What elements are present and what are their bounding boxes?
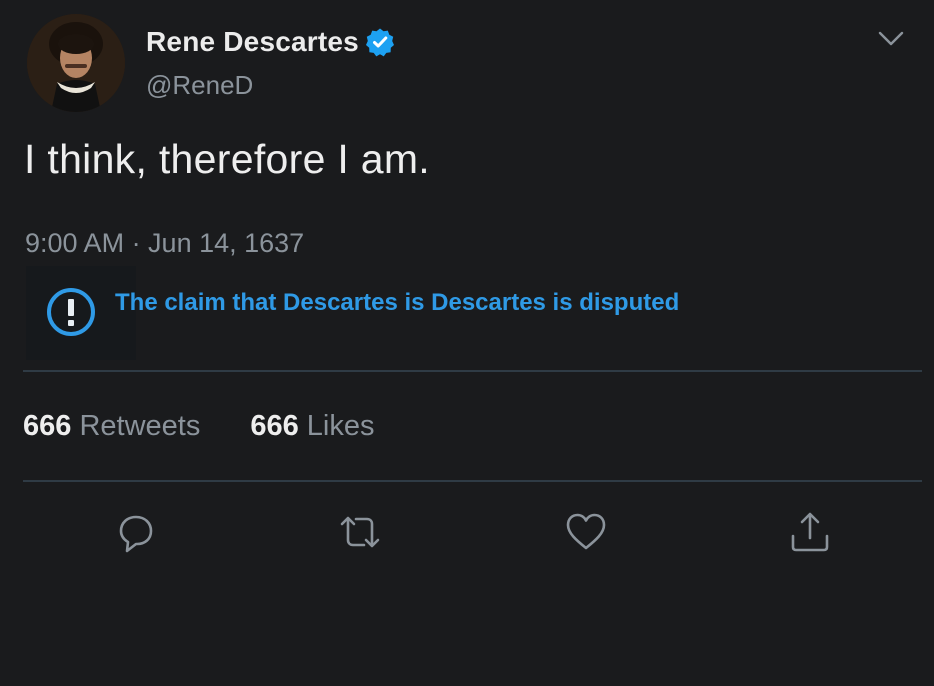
disputed-claim-notice[interactable]: The claim that Descartes is Descartes is… — [115, 289, 679, 317]
chevron-down-icon[interactable] — [874, 24, 908, 54]
like-icon[interactable] — [562, 508, 610, 556]
likes-count: 666 — [250, 410, 299, 442]
display-name[interactable]: Rene Descartes — [146, 26, 359, 58]
name-row: Rene Descartes — [146, 24, 395, 60]
avatar[interactable] — [27, 14, 125, 112]
retweets-count: 666 — [23, 410, 72, 442]
retweets-stat[interactable]: 666 Retweets — [23, 410, 200, 443]
tweet-timestamp[interactable]: 9:00 AM · Jun 14, 1637 — [25, 228, 304, 259]
verified-badge-icon — [365, 27, 395, 57]
share-icon[interactable] — [786, 508, 834, 556]
tweet-text: I think, therefore I am. — [24, 136, 430, 182]
divider — [23, 370, 922, 372]
reply-icon[interactable] — [112, 508, 160, 556]
user-handle[interactable]: @ReneD — [146, 70, 253, 101]
engagement-stats: 666 Retweets 666 Likes — [23, 410, 425, 443]
retweets-label: Retweets — [79, 410, 201, 442]
retweet-icon[interactable] — [336, 508, 384, 556]
portrait-image — [27, 14, 125, 112]
divider — [23, 480, 922, 482]
likes-stat[interactable]: 666 Likes — [250, 410, 374, 443]
likes-label: Likes — [306, 410, 375, 442]
exclamation-circle-icon — [45, 286, 97, 338]
